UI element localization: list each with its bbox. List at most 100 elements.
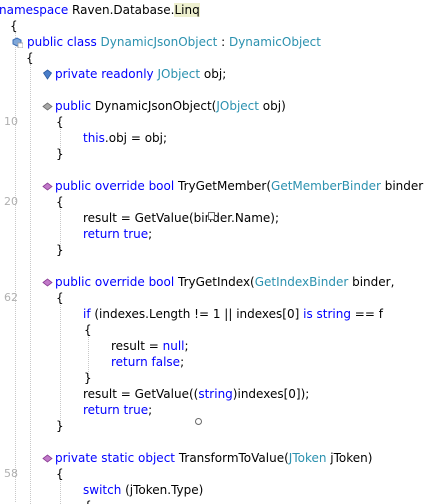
- code-line-constructor: 10 public DynamicJsonObject(JObject obj): [0, 98, 286, 128]
- keyword-string: string: [312, 307, 351, 321]
- class-colon: :: [217, 35, 229, 49]
- keyword-false: false: [147, 355, 181, 369]
- code-editor[interactable]: namespace Raven.Database.Linq { public c…: [0, 0, 447, 504]
- keyword-public: public: [27, 35, 64, 49]
- if-condition: (indexes.Length != 1 || indexes[0]: [90, 307, 304, 321]
- semicolon: ;: [184, 339, 189, 353]
- ctor-name: DynamicJsonObject(: [91, 99, 217, 113]
- result-text: result = GetValue(: [83, 211, 194, 225]
- indent-guide: [60, 302, 61, 428]
- keyword-bool: bool: [148, 275, 175, 289]
- method-icon: [42, 102, 53, 111]
- code-line-return-true: return true;: [0, 402, 152, 418]
- base-class-name: DynamicObject: [228, 35, 321, 49]
- param-name: binder: [380, 179, 424, 193]
- semicolon: ;: [180, 355, 185, 369]
- keyword-object: object: [138, 451, 175, 465]
- code-line-brace: }: [0, 370, 92, 386]
- param-name: binder,: [348, 275, 395, 289]
- keyword-null: null: [162, 339, 185, 353]
- code-line-transform: 58 private static object TransformToValu…: [0, 450, 372, 480]
- keyword-is: is: [303, 307, 313, 321]
- ctor-param-name: obj): [258, 99, 286, 113]
- keyword-return: return: [83, 403, 120, 417]
- field-type: JObject: [157, 67, 201, 81]
- result-text: result = GetValue((: [83, 387, 199, 401]
- param-type: JToken: [288, 451, 327, 465]
- code-line-brace: }: [0, 146, 64, 162]
- keyword-this: this: [83, 131, 105, 145]
- text-cursor-marker: [208, 212, 215, 220]
- code-line-brace: {: [0, 322, 92, 338]
- class-icon: [12, 37, 23, 48]
- keyword-switch: switch: [83, 483, 122, 497]
- keyword-readonly: readonly: [97, 67, 158, 81]
- keyword-class: class: [63, 35, 101, 49]
- keyword-public: public: [55, 99, 92, 113]
- keyword-namespace: namespace: [0, 3, 69, 17]
- param-type: GetMemberBinder: [271, 179, 381, 193]
- class-name: DynamicJsonObject: [100, 35, 218, 49]
- binder-text: binder.Name);: [193, 211, 279, 225]
- if-condition-end: == f: [350, 307, 383, 321]
- keyword-public: public: [55, 275, 92, 289]
- code-line-brace: }: [0, 418, 64, 434]
- override-method-icon: [42, 182, 53, 191]
- open-brace: {: [84, 323, 92, 337]
- code-line-switch: switch (jToken.Type): [0, 482, 203, 498]
- close-brace: }: [84, 371, 92, 385]
- code-line-result-cast: result = GetValue((string)indexes[0]);: [0, 386, 309, 402]
- code-line-result-null: result = null;: [0, 338, 189, 354]
- code-line-return-false: return false;: [0, 354, 184, 370]
- keyword-override: override: [91, 179, 149, 193]
- keyword-static: static: [97, 451, 139, 465]
- keyword-bool: bool: [148, 179, 175, 193]
- close-brace: }: [56, 147, 64, 161]
- override-method-icon: [42, 278, 53, 287]
- code-line-trygetindex: 62 public override bool TryGetIndex(GetI…: [0, 274, 394, 304]
- code-line-class: public class DynamicJsonObject : Dynamic…: [0, 34, 321, 50]
- result-text: result =: [111, 339, 163, 353]
- semicolon: ;: [148, 403, 153, 417]
- keyword-return: return: [111, 355, 148, 369]
- keyword-if: if: [83, 307, 91, 321]
- code-line-result: result = GetValue(binder.Name);: [0, 210, 279, 226]
- code-line-brace: {: [0, 18, 18, 34]
- code-line-brace: {: [0, 114, 64, 130]
- method-name: TryGetMember(: [174, 179, 272, 193]
- code-line-assign: this.obj = obj;: [0, 130, 167, 146]
- field-name: obj;: [200, 67, 227, 81]
- private-method-icon: [42, 454, 53, 463]
- keyword-true: true: [119, 403, 149, 417]
- keyword-return: return: [83, 227, 120, 241]
- result-text-end: )indexes[0]);: [232, 387, 310, 401]
- open-brace: {: [10, 19, 18, 33]
- open-brace: {: [56, 467, 64, 481]
- code-line-brace: {: [0, 290, 64, 306]
- keyword-override: override: [91, 275, 149, 289]
- close-brace: }: [56, 243, 64, 257]
- param-name: jToken): [326, 451, 373, 465]
- open-brace: {: [56, 115, 64, 129]
- keyword-string: string: [198, 387, 233, 401]
- open-brace: {: [56, 195, 64, 209]
- code-line-brace: {: [0, 50, 34, 66]
- namespace-linq-highlight: Linq: [174, 3, 200, 17]
- keyword-public: public: [55, 179, 92, 193]
- open-brace: {: [56, 291, 64, 305]
- assign-text: .obj = obj;: [104, 131, 168, 145]
- semicolon: ;: [148, 227, 153, 241]
- code-line-brace: {: [0, 466, 64, 482]
- keyword-private: private: [55, 67, 98, 81]
- code-line-field: private readonly JObject obj;: [0, 66, 226, 82]
- indent-guide: [30, 64, 31, 504]
- ctor-param-type: JObject: [216, 99, 259, 113]
- code-line-trygetmember: 20 public override bool TryGetMember(Get…: [0, 178, 423, 208]
- code-line-brace: {: [0, 194, 64, 210]
- method-name: TryGetIndex(: [174, 275, 255, 289]
- code-line-brace: }: [0, 242, 64, 258]
- param-type: GetIndexBinder: [254, 275, 349, 289]
- keyword-true: true: [119, 227, 149, 241]
- mouse-cursor-marker: [195, 418, 202, 425]
- close-brace: }: [56, 419, 64, 433]
